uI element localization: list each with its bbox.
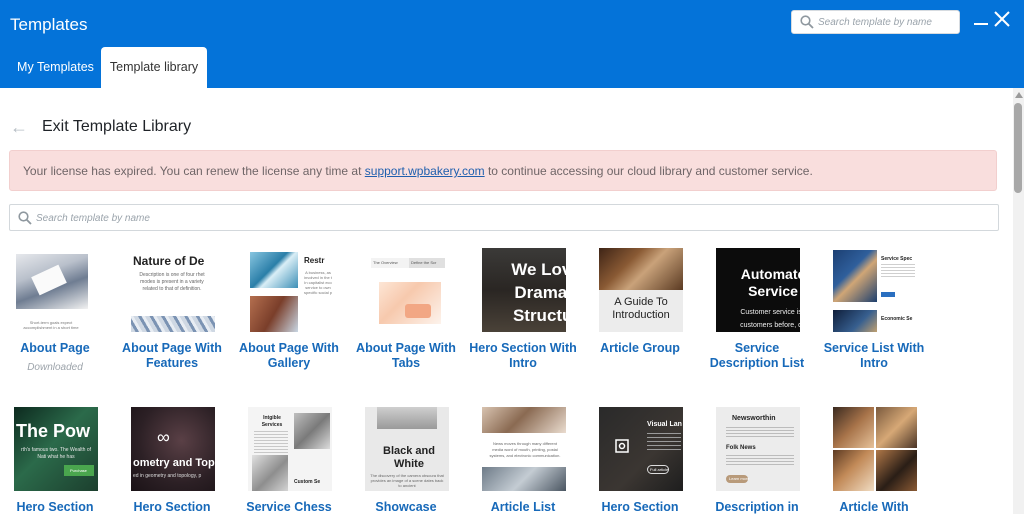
thumb-text: Economic Se: [881, 316, 913, 322]
template-thumbnail: Intgible Services Custom Se: [248, 407, 332, 491]
template-title[interactable]: About Page With Gallery: [234, 341, 344, 371]
template-thumbnail: Restr A business, as involved in the t I…: [248, 248, 332, 332]
template-title[interactable]: Article Group: [585, 341, 695, 356]
template-title[interactable]: About Page With Features: [117, 341, 227, 371]
thumb-text: rth's famous two. The Wealth of Nati wha…: [21, 447, 91, 460]
thumb-text: ometry and Topol: [133, 457, 215, 469]
template-thumbnail: Black and White The discovery of the cam…: [365, 407, 449, 491]
close-icon[interactable]: [993, 10, 1011, 28]
tab-template-library[interactable]: Template library: [101, 47, 207, 88]
thumb-text: Nature of De: [133, 254, 205, 268]
template-title[interactable]: Description in: [702, 500, 812, 514]
header-search-input[interactable]: [818, 13, 956, 31]
exit-template-library[interactable]: Exit Template Library: [42, 118, 191, 136]
thumb-text: Define the Scr: [411, 260, 437, 265]
template-thumbnail: [833, 407, 917, 491]
thumb-text: A business, as involved in the t In capi…: [304, 270, 332, 295]
back-arrow-icon[interactable]: ←: [10, 117, 28, 137]
template-thumbnail: Service Spec Economic Se: [833, 248, 917, 332]
window-title: Templates: [10, 15, 88, 34]
frame-icon: [615, 439, 629, 453]
thumb-text: Black and White: [383, 445, 435, 470]
template-thumbnail: Newsworthin Folk News Learn more: [716, 407, 800, 491]
support-link[interactable]: support.wpbakery.com: [365, 164, 485, 178]
template-thumbnail: ∞ ometry and Topol ed in geometry and to…: [131, 407, 215, 491]
template-title[interactable]: Hero Section: [0, 500, 110, 514]
template-title[interactable]: Article List: [468, 500, 578, 514]
minimize-icon[interactable]: [974, 23, 988, 25]
template-title[interactable]: Service List With Intro: [819, 341, 929, 371]
thumb-text: News moves through many different media …: [489, 441, 561, 458]
template-thumbnail: The Pow rth's famous two. The Wealth of …: [14, 407, 98, 491]
search-icon: [18, 211, 32, 225]
thumb-text: Custom Se: [294, 479, 321, 485]
template-thumbnail: News moves through many different media …: [482, 407, 566, 491]
thumb-text: Customer service is t customers before, …: [740, 309, 800, 329]
thumb-text: Service Spec: [881, 256, 913, 262]
thumb-text: The Pow: [16, 421, 91, 441]
thumb-text: A Guide To Introduction: [612, 296, 670, 321]
template-thumbnail: The Overview Define the Scr: [365, 248, 449, 332]
thumb-text: Automate Service: [740, 266, 800, 299]
infinity-icon: ∞: [157, 427, 170, 447]
template-title[interactable]: Hero Section: [585, 500, 695, 514]
thumb-text: Newsworthin: [732, 415, 776, 422]
template-thumbnail: Visual Lan Full article: [599, 407, 683, 491]
thumb-text: The Overview: [373, 260, 398, 265]
template-title[interactable]: About Page: [0, 341, 110, 356]
template-thumbnail: A Guide To Introduction: [599, 248, 683, 332]
template-title[interactable]: Service Chess: [234, 500, 344, 514]
thumb-text: Learn more: [729, 476, 750, 481]
notice-text-suffix: to continue accessing our cloud library …: [484, 164, 813, 178]
header-bar: Templates My Templates Template library: [0, 0, 1024, 88]
notice-text-prefix: Your license has expired. You can renew …: [23, 164, 365, 178]
template-title[interactable]: Showcase: [351, 500, 461, 514]
thumb-text: Short-term goals expect accomplishment i…: [23, 320, 79, 330]
header-search[interactable]: [791, 10, 960, 34]
template-title[interactable]: Service Description List: [702, 341, 812, 371]
thumb-text: Visual Lan: [647, 421, 682, 428]
library-search[interactable]: [9, 204, 999, 231]
template-thumbnail: Automate Service Customer service is t c…: [716, 248, 800, 332]
template-thumbnail: We Love Dramati Structur: [482, 248, 566, 332]
thumb-text: We Love Dramati Structur: [511, 260, 566, 325]
thumb-text: Restr: [304, 256, 325, 265]
thumb-text: Purchase: [70, 468, 87, 473]
template-title[interactable]: Hero Section With Intro: [468, 341, 578, 371]
library-search-input[interactable]: [36, 209, 986, 227]
scrollbar-thumb[interactable]: [1014, 103, 1022, 193]
scroll-up-icon[interactable]: [1015, 92, 1023, 98]
thumb-text: The discovery of the camera obscura that…: [370, 473, 444, 488]
license-notice: Your license has expired. You can renew …: [9, 150, 997, 191]
template-title[interactable]: About Page With Tabs: [351, 341, 461, 371]
thumb-text: Description is one of four rhet modes is…: [139, 272, 205, 292]
thumb-text: ed in geometry and topology, p: [133, 473, 202, 479]
template-title[interactable]: Hero Section: [117, 500, 227, 514]
downloaded-label: Downloaded: [27, 362, 83, 373]
thumb-text: Folk News: [726, 445, 756, 451]
tab-my-templates[interactable]: My Templates: [10, 47, 101, 88]
thumb-text: Full article: [650, 467, 669, 472]
search-icon: [800, 15, 814, 29]
template-thumbnail: Nature of De Description is one of four …: [131, 248, 215, 332]
template-title[interactable]: Article With: [819, 500, 929, 514]
template-thumbnail: Short-term goals expect accomplishment i…: [14, 248, 98, 332]
thumb-text: Intgible Services: [261, 415, 283, 428]
